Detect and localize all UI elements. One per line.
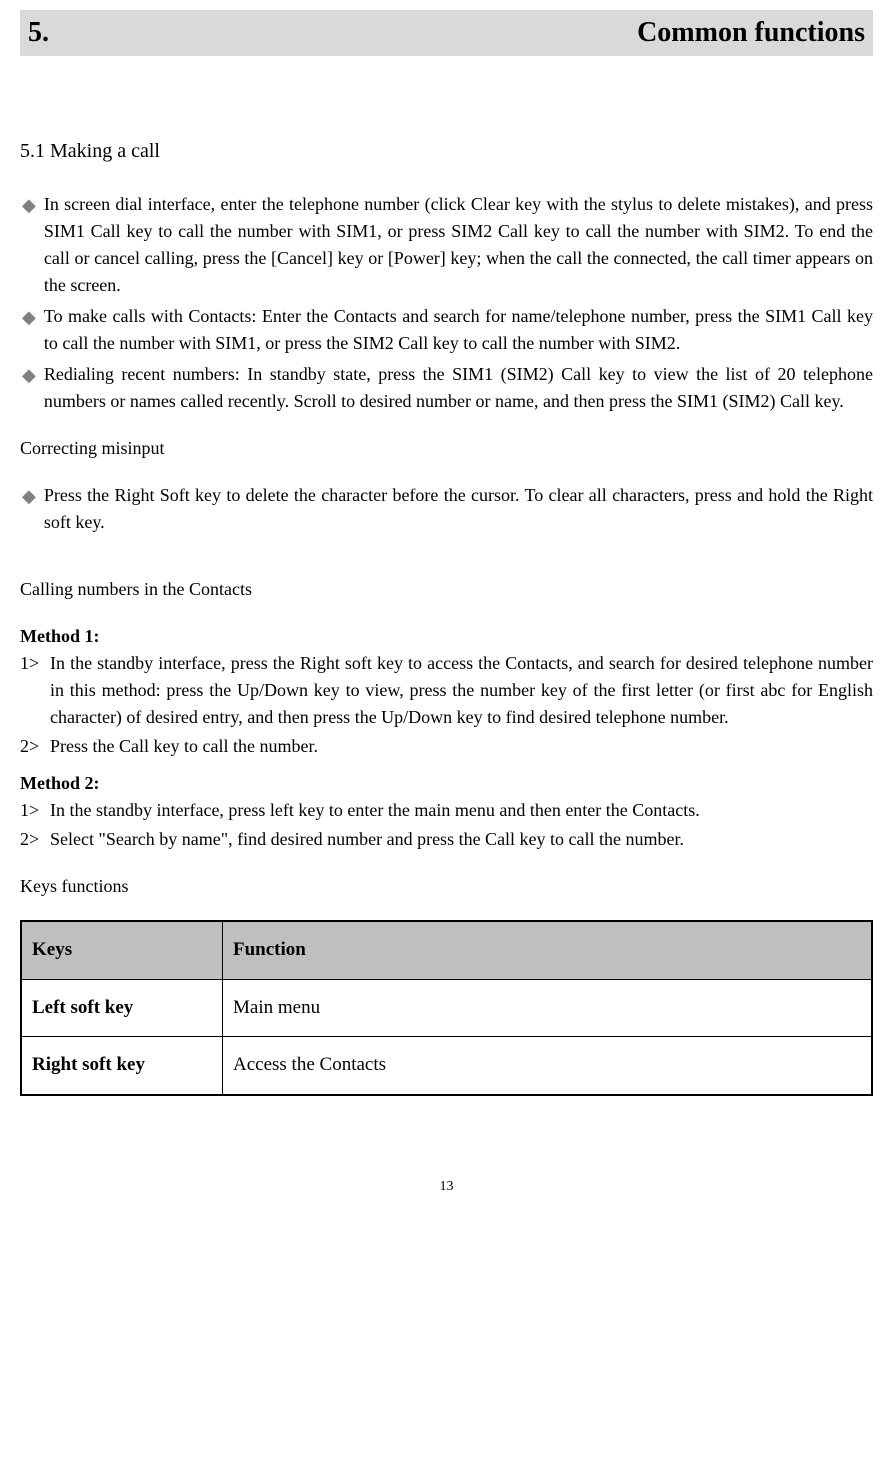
bullet-text: To make calls with Contacts: Enter the C… bbox=[44, 303, 873, 357]
method1-step-2: 2> Press the Call key to call the number… bbox=[20, 733, 873, 760]
chapter-header: 5. Common functions bbox=[20, 10, 873, 56]
table-header-row: Keys Function bbox=[21, 921, 872, 979]
chapter-number: 5. bbox=[28, 12, 49, 54]
subheading-calling-contacts: Calling numbers in the Contacts bbox=[20, 576, 873, 603]
bullet-text: In screen dial interface, enter the tele… bbox=[44, 191, 873, 299]
step-text: In the standby interface, press left key… bbox=[50, 797, 873, 824]
table-cell-key: Right soft key bbox=[21, 1037, 223, 1095]
method2-step-2: 2> Select "Search by name", find desired… bbox=[20, 826, 873, 853]
step-number: 1> bbox=[20, 650, 50, 677]
bullet-text: Redialing recent numbers: In standby sta… bbox=[44, 361, 873, 415]
page-number: 13 bbox=[20, 1176, 873, 1197]
section-heading-making-call: 5.1 Making a call bbox=[20, 136, 873, 166]
subheading-correcting-misinput: Correcting misinput bbox=[20, 435, 873, 462]
method2-step-1: 1> In the standby interface, press left … bbox=[20, 797, 873, 824]
step-text: Press the Call key to call the number. bbox=[50, 733, 873, 760]
list-item: ◆ To make calls with Contacts: Enter the… bbox=[20, 303, 873, 357]
bullet-list-making-call: ◆ In screen dial interface, enter the te… bbox=[20, 191, 873, 415]
table-header-keys: Keys bbox=[21, 921, 223, 979]
list-item: ◆ Redialing recent numbers: In standby s… bbox=[20, 361, 873, 415]
step-number: 2> bbox=[20, 733, 50, 760]
bullet-text: Press the Right Soft key to delete the c… bbox=[44, 482, 873, 536]
table-cell-function: Access the Contacts bbox=[223, 1037, 873, 1095]
list-item: ◆ In screen dial interface, enter the te… bbox=[20, 191, 873, 299]
table-row: Right soft key Access the Contacts bbox=[21, 1037, 872, 1095]
step-number: 2> bbox=[20, 826, 50, 853]
diamond-icon: ◆ bbox=[22, 303, 36, 332]
method-2-label: Method 2: bbox=[20, 770, 873, 797]
diamond-icon: ◆ bbox=[22, 482, 36, 511]
chapter-title: Common functions bbox=[637, 12, 865, 54]
method-1-label: Method 1: bbox=[20, 623, 873, 650]
diamond-icon: ◆ bbox=[22, 361, 36, 390]
table-cell-key: Left soft key bbox=[21, 979, 223, 1037]
diamond-icon: ◆ bbox=[22, 191, 36, 220]
step-number: 1> bbox=[20, 797, 50, 824]
keys-functions-table: Keys Function Left soft key Main menu Ri… bbox=[20, 920, 873, 1096]
table-cell-function: Main menu bbox=[223, 979, 873, 1037]
table-header-function: Function bbox=[223, 921, 873, 979]
list-item: ◆ Press the Right Soft key to delete the… bbox=[20, 482, 873, 536]
method1-step-1: 1> In the standby interface, press the R… bbox=[20, 650, 873, 731]
subheading-keys-functions: Keys functions bbox=[20, 873, 873, 900]
step-text: In the standby interface, press the Righ… bbox=[50, 650, 873, 731]
step-text: Select "Search by name", find desired nu… bbox=[50, 826, 873, 853]
table-row: Left soft key Main menu bbox=[21, 979, 872, 1037]
bullet-list-correcting: ◆ Press the Right Soft key to delete the… bbox=[20, 482, 873, 536]
